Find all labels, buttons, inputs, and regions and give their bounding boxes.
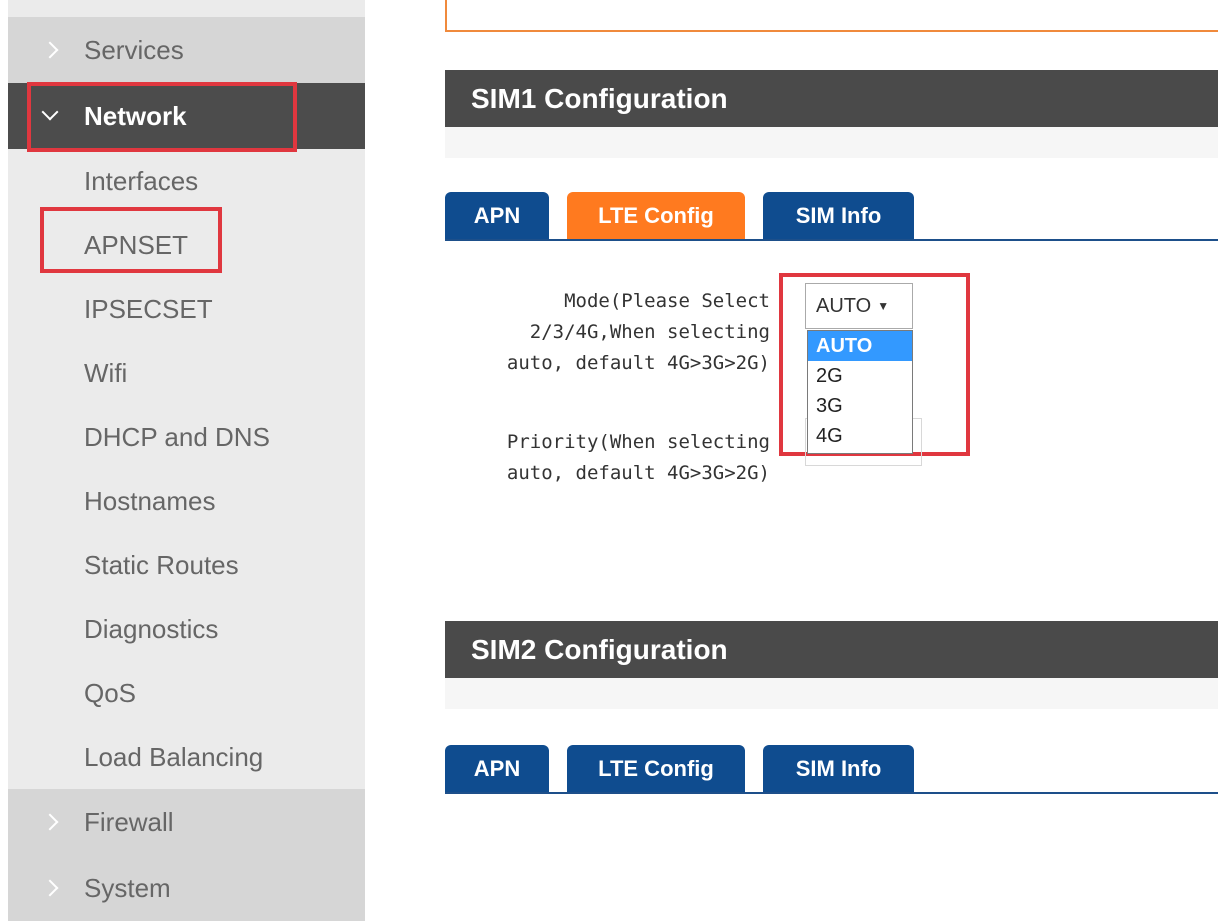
mode-option-4g[interactable]: 4G — [808, 421, 912, 451]
sim1-tab-underline — [445, 239, 1218, 241]
sidebar-item-label: Static Routes — [84, 549, 239, 580]
sidebar-item-label: Load Balancing — [84, 741, 264, 772]
sidebar-item-static-routes[interactable]: Static Routes — [8, 533, 365, 597]
mode-label-line: 2/3/4G,When selecting — [529, 321, 770, 343]
sidebar-item-ipsecset[interactable]: IPSECSET — [8, 277, 365, 341]
sidebar-item-hostnames[interactable]: Hostnames — [8, 469, 365, 533]
sim1-title: SIM1 Configuration — [471, 82, 728, 114]
sidebar-item-label: APNSET — [84, 229, 189, 260]
top-panel-frame — [445, 0, 1218, 32]
sidebar-item-label: DHCP and DNS — [84, 421, 270, 452]
sidebar-item-qos[interactable]: QoS — [8, 661, 365, 725]
mode-field-label: Mode(Please Select 2/3/4G,When selecting… — [440, 286, 770, 379]
sidebar-item-load-balancing[interactable]: Load Balancing — [8, 725, 365, 789]
priority-field-label: Priority(When selecting auto, default 4G… — [440, 427, 770, 489]
sidebar-item-diagnostics[interactable]: Diagnostics — [8, 597, 365, 661]
sidebar-item-label: IPSECSET — [84, 293, 213, 324]
sidebar: Services Network Interfaces APNSET IPSEC… — [8, 0, 365, 921]
sidebar-item-label: System — [84, 872, 171, 903]
sidebar-item-apnset[interactable]: APNSET — [8, 213, 365, 277]
sidebar-item-label: QoS — [84, 677, 137, 708]
sidebar-item-label: Services — [84, 34, 184, 65]
sidebar-item-label: Hostnames — [84, 485, 216, 516]
tab-label: LTE Config — [598, 756, 714, 781]
mode-select-value: AUTO — [816, 294, 872, 317]
tab-label: SIM Info — [795, 756, 882, 781]
chevron-down-icon — [41, 103, 59, 121]
chevron-right-icon — [41, 879, 59, 897]
tab-label: APN — [473, 756, 521, 781]
sidebar-item-label: Wifi — [84, 357, 128, 388]
mode-label-line: auto, default 4G>3G>2G) — [506, 352, 770, 374]
sim1-tab-lte-config[interactable]: LTE Config — [567, 192, 745, 240]
sidebar-item-firewall[interactable]: Firewall — [8, 789, 365, 855]
sidebar-item-dhcp-dns[interactable]: DHCP and DNS — [8, 405, 365, 469]
chevron-right-icon — [41, 41, 59, 59]
mode-select[interactable]: AUTO ▼ — [805, 283, 913, 329]
sidebar-item-label: Interfaces — [84, 165, 199, 196]
sidebar-item-services[interactable]: Services — [8, 17, 365, 83]
triangle-down-icon: ▼ — [877, 299, 890, 313]
sim2-section-header: SIM2 Configuration — [445, 621, 1218, 678]
sidebar-item-interfaces[interactable]: Interfaces — [8, 149, 365, 213]
mode-label-line: Mode(Please Select — [564, 290, 770, 312]
chevron-right-icon — [41, 813, 59, 831]
sim1-header-strip — [445, 127, 1218, 158]
tab-label: SIM Info — [795, 203, 882, 228]
sim1-section-header: SIM1 Configuration — [445, 70, 1218, 127]
sim1-tab-sim-info[interactable]: SIM Info — [763, 192, 914, 240]
sim2-tab-sim-info[interactable]: SIM Info — [763, 745, 914, 793]
mode-option-2g[interactable]: 2G — [808, 361, 912, 391]
sidebar-item-network[interactable]: Network — [8, 83, 365, 149]
mode-dropdown-list: AUTO 2G 3G 4G — [807, 330, 913, 454]
mode-option-auto[interactable]: AUTO — [808, 331, 912, 361]
sim2-tab-underline — [445, 792, 1218, 794]
sim1-tab-apn[interactable]: APN — [445, 192, 549, 240]
sidebar-item-wifi[interactable]: Wifi — [8, 341, 365, 405]
sidebar-item-label: Diagnostics — [84, 613, 219, 644]
sim2-tab-apn[interactable]: APN — [445, 745, 549, 793]
sim2-title: SIM2 Configuration — [471, 633, 728, 665]
priority-label-line: auto, default 4G>3G>2G) — [506, 462, 770, 484]
tab-label: APN — [473, 203, 521, 228]
sim2-header-strip — [445, 678, 1218, 709]
sidebar-item-label: Firewall — [84, 806, 174, 837]
sidebar-item-system[interactable]: System — [8, 855, 365, 921]
mode-option-3g[interactable]: 3G — [808, 391, 912, 421]
sidebar-item-label: Network — [84, 100, 187, 131]
tab-label: LTE Config — [598, 203, 714, 228]
priority-label-line: Priority(When selecting — [506, 431, 770, 453]
sim2-tab-lte-config[interactable]: LTE Config — [567, 745, 745, 793]
